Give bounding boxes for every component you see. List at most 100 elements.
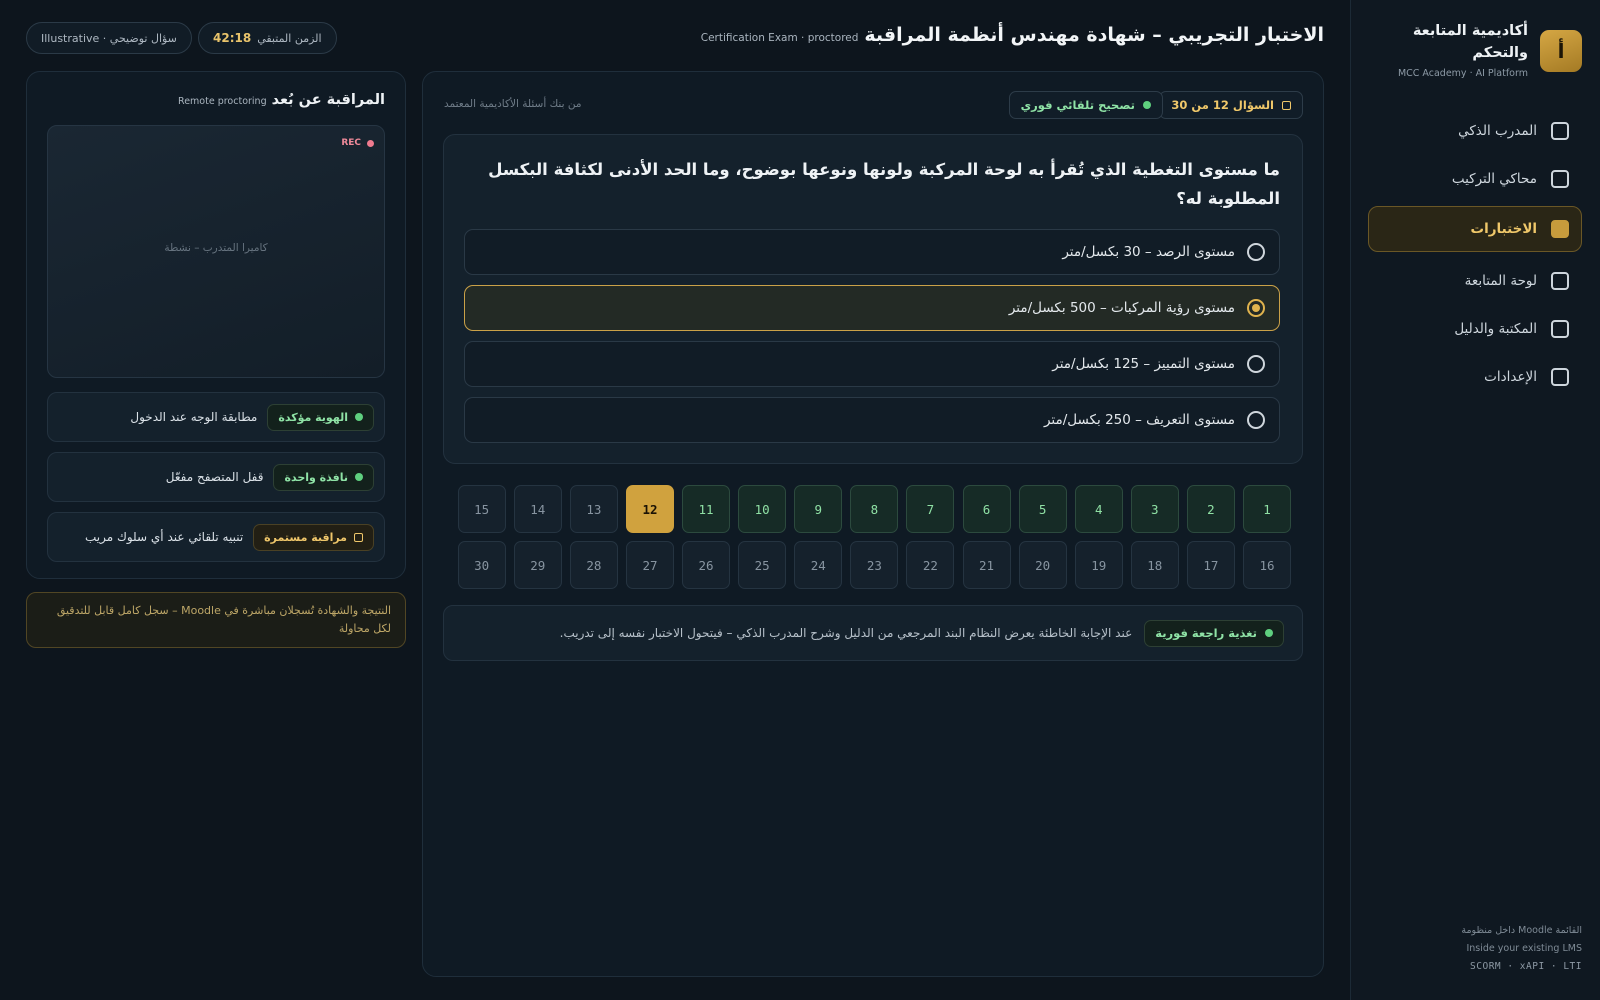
nav-square-icon <box>1551 220 1569 238</box>
radio-icon[interactable] <box>1247 243 1265 261</box>
feedback-text: عند الإجابة الخاطئة يعرض النظام البند ال… <box>559 626 1133 640</box>
question-nav-cell-2[interactable]: 2 <box>1186 485 1235 533</box>
standards-note: SCORM · xAPI · LTI <box>1470 961 1582 972</box>
status-dot-icon <box>355 473 363 481</box>
auto-grading-label: تصحيح تلقائي فوري <box>1020 98 1135 112</box>
question-nav-cell-19[interactable]: 19 <box>1074 541 1123 589</box>
moodle-sync-note: النتيجة والشهادة تُسجلان مباشرة في Moodl… <box>26 592 406 648</box>
question-nav-cell-30[interactable]: 30 <box>457 541 506 589</box>
lms-note-en: Inside your existing LMS <box>1466 943 1582 954</box>
question-nav-cell-28[interactable]: 28 <box>569 541 618 589</box>
question-nav-cell-16[interactable]: 16 <box>1243 541 1291 589</box>
question-nav-cell-20[interactable]: 20 <box>1018 541 1067 589</box>
status-badge: الهوية مؤكدة <box>267 403 374 431</box>
proctor-check-browser-lock: نافذة واحدة قفل المتصفح مفعّل <box>47 452 385 502</box>
answer-option-2[interactable]: مستوى رؤية المركبات – 500 بكسل/متر <box>464 285 1280 331</box>
status-dot-icon <box>355 413 363 421</box>
status-badge-label: نافذة واحدة <box>284 470 348 484</box>
sidebar-nav: المدرب الذكي محاكي التركيب الاختبارات لو… <box>1368 108 1582 402</box>
question-nav-cell-6[interactable]: 6 <box>962 485 1011 533</box>
check-description: قفل المتصفح مفعّل <box>165 470 264 484</box>
question-nav-cell-4[interactable]: 4 <box>1074 485 1123 533</box>
sidebar-item-label: لوحة المتابعة <box>1464 273 1537 289</box>
brand: أ أكاديمية المتابعة والتحكم MCC Academy … <box>1366 20 1582 82</box>
question-nav-cell-25[interactable]: 25 <box>738 541 787 589</box>
nav-square-icon <box>1551 368 1569 386</box>
answer-option-4[interactable]: مستوى التعريف – 250 بكسل/متر <box>464 397 1280 443</box>
lms-note-ar: داخل منظومة Moodle القائمة <box>1461 925 1582 936</box>
sidebar-item-settings[interactable]: الإعدادات <box>1368 354 1582 400</box>
webcam-feed: REC كاميرا المتدرب – نشطة <box>47 125 385 378</box>
status-badge: مراقبة مستمرة <box>253 523 374 551</box>
nav-square-icon <box>1551 122 1569 140</box>
sidebar-item-dashboard[interactable]: لوحة المتابعة <box>1368 258 1582 304</box>
page-header: الاختبار التجريبي – شهادة مهندس أنظمة ال… <box>701 24 1324 46</box>
question-card: ما مستوى التغطية الذي تُقرأ به لوحة المر… <box>443 134 1303 464</box>
question-nav-cell-26[interactable]: 26 <box>682 541 731 589</box>
proctoring-header: المراقبة عن بُعد Remote proctoring <box>178 92 385 108</box>
brand-name: أكاديمية المتابعة والتحكم <box>1412 23 1528 61</box>
question-nav-cell-22[interactable]: 22 <box>906 541 955 589</box>
proctor-check-identity: الهوية مؤكدة مطابقة الوجه عند الدخول <box>47 392 385 442</box>
status-badge: نافذة واحدة <box>273 463 374 491</box>
question-nav-cell-1[interactable]: 1 <box>1243 485 1291 533</box>
question-nav-cell-12[interactable]: 12 <box>625 485 674 533</box>
question-nav-cell-15[interactable]: 15 <box>457 485 506 533</box>
sidebar-item-label: المدرب الذكي <box>1458 123 1537 139</box>
brand-logo: أ <box>1540 30 1582 72</box>
question-nav-cell-11[interactable]: 11 <box>682 485 731 533</box>
exam-panel: السؤال 12 من 30 تصحيح تلقائي فوري من بنك… <box>422 71 1324 977</box>
status-dot-icon <box>1265 629 1273 637</box>
answer-option-3[interactable]: مستوى التمييز – 125 بكسل/متر <box>464 341 1280 387</box>
illustrative-label: سؤال توضيحي · Illustrative <box>41 31 177 45</box>
question-nav-cell-7[interactable]: 7 <box>906 485 955 533</box>
question-nav-cell-9[interactable]: 9 <box>794 485 843 533</box>
page-title: الاختبار التجريبي – شهادة مهندس أنظمة ال… <box>864 24 1324 46</box>
status-dot-icon <box>1143 101 1151 109</box>
sidebar-item-exams[interactable]: الاختبارات <box>1368 206 1582 252</box>
square-icon <box>354 532 363 542</box>
timer-pill: الزمن المتبقي 42:18 <box>198 22 337 54</box>
question-nav-cell-18[interactable]: 18 <box>1130 541 1179 589</box>
answer-option-label: مستوى الرصد – 30 بكسل/متر <box>1062 244 1235 260</box>
sidebar-item-library[interactable]: المكتبة والدليل <box>1368 306 1582 352</box>
radio-icon[interactable] <box>1247 411 1265 429</box>
question-nav-cell-24[interactable]: 24 <box>794 541 843 589</box>
question-nav-cell-13[interactable]: 13 <box>569 485 618 533</box>
timer-value: 42:18 <box>213 31 252 45</box>
square-icon <box>1282 100 1291 110</box>
question-nav-cell-3[interactable]: 3 <box>1130 485 1179 533</box>
answer-option-1[interactable]: مستوى الرصد – 30 بكسل/متر <box>464 229 1280 275</box>
radio-icon[interactable] <box>1247 355 1265 373</box>
feedback-chip-label: تغذية راجعة فورية <box>1155 626 1257 640</box>
question-nav-cell-29[interactable]: 29 <box>513 541 562 589</box>
sidebar-item-label: المكتبة والدليل <box>1454 321 1537 337</box>
status-badge-label: الهوية مؤكدة <box>278 410 348 424</box>
radio-selected-icon[interactable] <box>1247 299 1265 317</box>
question-nav-cell-5[interactable]: 5 <box>1018 485 1067 533</box>
sidebar-item-ai-trainer[interactable]: المدرب الذكي <box>1368 108 1582 154</box>
nav-square-icon <box>1551 170 1569 188</box>
question-nav-cell-8[interactable]: 8 <box>850 485 899 533</box>
proctoring-panel: المراقبة عن بُعد Remote proctoring REC ك… <box>26 71 406 579</box>
brand-subtitle: MCC Academy · AI Platform <box>1397 68 1528 79</box>
question-nav-cell-10[interactable]: 10 <box>738 485 787 533</box>
sidebar-item-label: الاختبارات <box>1470 221 1537 237</box>
auto-grading-chip: تصحيح تلقائي فوري <box>1008 91 1163 119</box>
feedback-chip: تغذية راجعة فورية <box>1144 619 1284 647</box>
question-nav-cell-14[interactable]: 14 <box>513 485 562 533</box>
sidebar-item-installation-simulator[interactable]: محاكي التركيب <box>1368 156 1582 202</box>
rec-label: REC <box>341 138 361 148</box>
question-nav-cell-21[interactable]: 21 <box>962 541 1011 589</box>
proctoring-title: المراقبة عن بُعد <box>271 92 385 108</box>
question-nav-cell-27[interactable]: 27 <box>625 541 674 589</box>
question-counter-chip: السؤال 12 من 30 <box>1159 91 1303 119</box>
camera-status-label: كاميرا المتدرب – نشطة <box>164 242 268 254</box>
answer-option-label: مستوى التعريف – 250 بكسل/متر <box>1043 412 1235 428</box>
question-nav-cell-17[interactable]: 17 <box>1186 541 1235 589</box>
question-nav-cell-23[interactable]: 23 <box>850 541 899 589</box>
recording-indicator: REC <box>341 138 374 148</box>
check-description: مطابقة الوجه عند الدخول <box>130 410 258 424</box>
question-bank-source: من بنك أسئلة الأكاديمية المعتمد <box>444 98 582 110</box>
question-text: ما مستوى التغطية الذي تُقرأ به لوحة المر… <box>488 160 1280 208</box>
